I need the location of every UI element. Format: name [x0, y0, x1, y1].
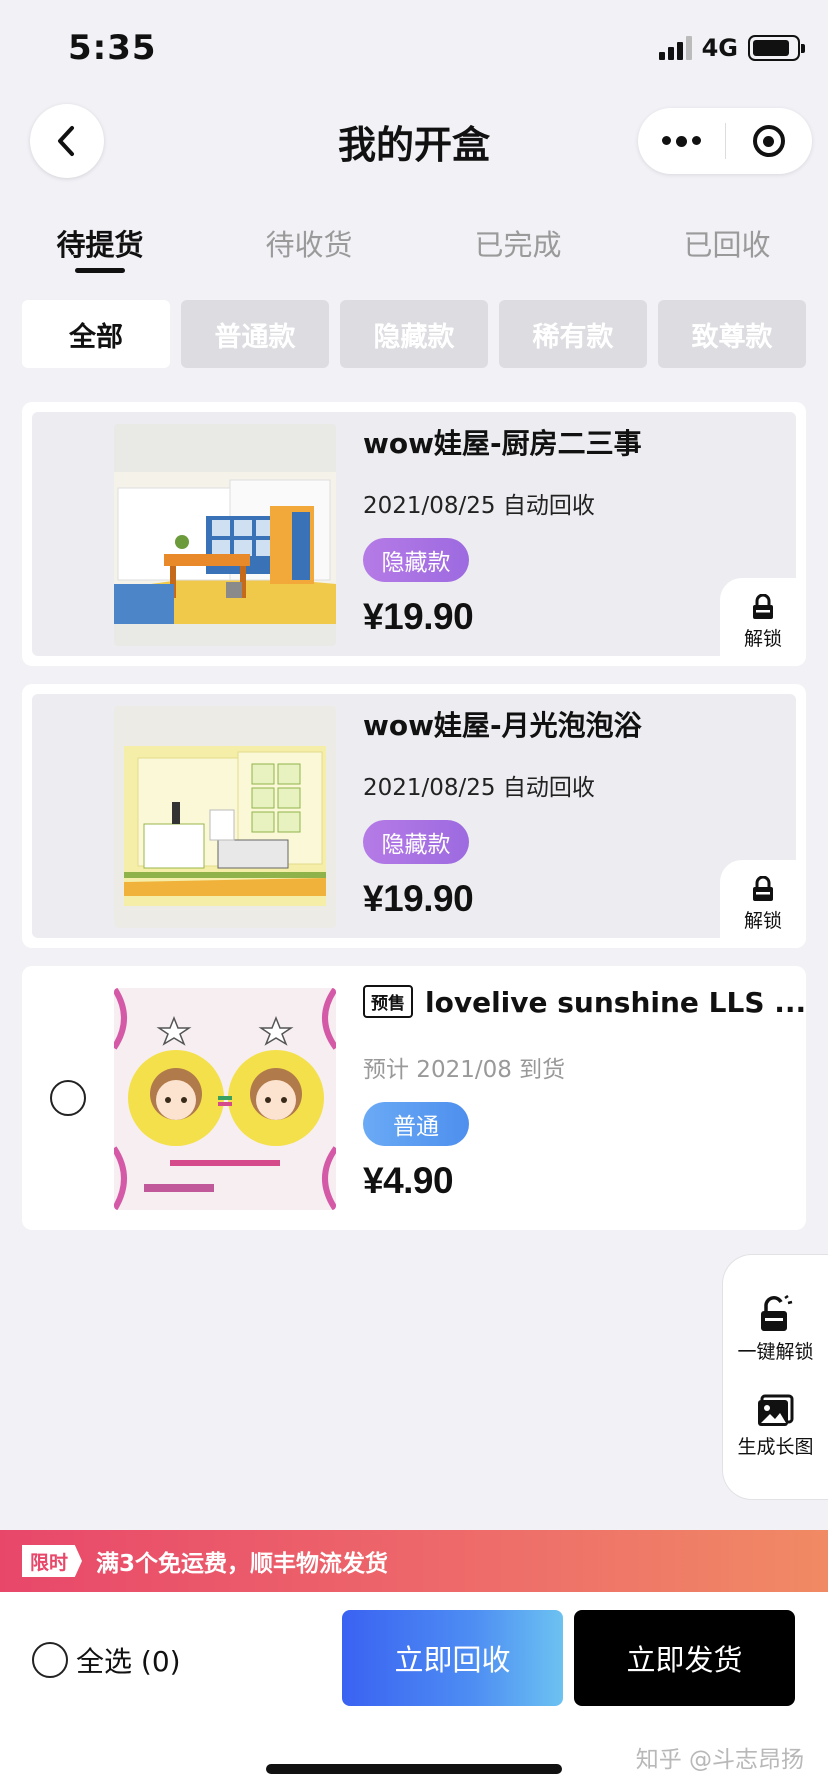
close-miniapp-button[interactable] — [726, 108, 813, 174]
side-action-panel: 一键解锁 生成长图 — [722, 1254, 828, 1500]
watermark: 知乎 @斗志昂扬 — [635, 1747, 804, 1773]
unlock-label: 解锁 — [743, 627, 782, 650]
status-indicators: 4G — [658, 34, 805, 62]
home-indicator[interactable] — [266, 1764, 562, 1774]
promo-tag: 限时 — [22, 1545, 83, 1577]
promo-text: 满3个免运费，顺丰物流发货 — [96, 1551, 389, 1577]
product-price: ¥19.90 — [363, 878, 474, 919]
unlock-label: 解锁 — [743, 909, 782, 932]
active-tab-indicator — [75, 268, 125, 273]
promo-banner: 限时 满3个免运费，顺丰物流发货 — [0, 1530, 828, 1592]
filter-supreme[interactable]: 致尊款 — [658, 300, 806, 368]
filter-rare[interactable]: 稀有款 — [499, 300, 647, 368]
target-icon — [752, 125, 785, 157]
unlock-icon — [761, 1295, 793, 1331]
signal-icon — [658, 36, 692, 60]
auto-recycle-date: 2021/08/25 自动回收 — [363, 775, 595, 801]
tab-recycled[interactable]: 已回收 — [683, 222, 770, 264]
product-title: 预售 lovelive sunshine LLS ... — [363, 984, 806, 1021]
network-type: 4G — [701, 34, 738, 62]
select-all-radio[interactable] — [32, 1642, 68, 1678]
product-title-text: lovelive sunshine LLS ... — [425, 986, 806, 1019]
tab-pending-pickup[interactable]: 待提货 — [56, 222, 143, 264]
unlock-all-label: 一键解锁 — [737, 1341, 814, 1363]
tab-completed[interactable]: 已完成 — [474, 222, 561, 264]
status-time: 5:35 — [68, 28, 157, 68]
image-icon — [758, 1394, 794, 1426]
product-price: ¥19.90 — [363, 596, 474, 637]
filter-normal[interactable]: 普通款 — [181, 300, 329, 368]
estimated-arrival: 预计 2021/08 到货 — [363, 1057, 566, 1083]
product-price: ¥4.90 — [363, 1160, 454, 1201]
select-item-radio[interactable] — [50, 1080, 86, 1116]
lock-icon — [753, 593, 773, 619]
ship-now-button[interactable]: 立即发货 — [574, 1610, 795, 1706]
product-card[interactable]: wow娃屋-厨房二三事 2021/08/25 自动回收 隐藏款 ¥19.90 解… — [22, 402, 806, 666]
unlock-all-button[interactable]: 一键解锁 — [737, 1295, 814, 1364]
auto-recycle-date: 2021/08/25 自动回收 — [363, 493, 595, 519]
unlock-button[interactable]: 解锁 — [720, 860, 806, 948]
product-card[interactable]: wow娃屋-月光泡泡浴 2021/08/25 自动回收 隐藏款 ¥19.90 解… — [22, 684, 806, 948]
tab-pending-receipt[interactable]: 待收货 — [265, 222, 352, 264]
product-image — [114, 706, 336, 928]
select-all-label: 全选 (0) — [76, 1645, 181, 1678]
battery-icon — [748, 35, 805, 61]
rarity-badge: 隐藏款 — [363, 820, 469, 864]
unlock-button[interactable]: 解锁 — [720, 578, 806, 666]
select-all-toggle[interactable]: 全选 (0) — [32, 1640, 181, 1680]
filter-hidden[interactable]: 隐藏款 — [340, 300, 488, 368]
miniapp-capsule — [638, 108, 812, 174]
recycle-now-button[interactable]: 立即回收 — [342, 1610, 563, 1706]
product-title: wow娃屋-月光泡泡浴 — [363, 709, 642, 742]
more-button[interactable] — [638, 108, 725, 174]
rarity-badge: 隐藏款 — [363, 538, 469, 582]
rarity-badge: 普通 — [363, 1102, 469, 1146]
presale-tag: 预售 — [363, 984, 413, 1018]
product-image — [114, 424, 336, 646]
filter-all[interactable]: 全部 — [22, 300, 170, 368]
more-dots-icon — [661, 135, 701, 147]
order-status-tabs: 待提货 待收货 已完成 已回收 — [0, 222, 828, 282]
product-title: wow娃屋-厨房二三事 — [363, 427, 642, 460]
lock-icon — [753, 875, 773, 901]
long-image-label: 生成长图 — [737, 1436, 814, 1458]
generate-long-image-button[interactable]: 生成长图 — [737, 1394, 814, 1459]
product-image — [114, 988, 336, 1210]
product-card[interactable]: 预售 lovelive sunshine LLS ... 预计 2021/08 到… — [22, 966, 806, 1230]
